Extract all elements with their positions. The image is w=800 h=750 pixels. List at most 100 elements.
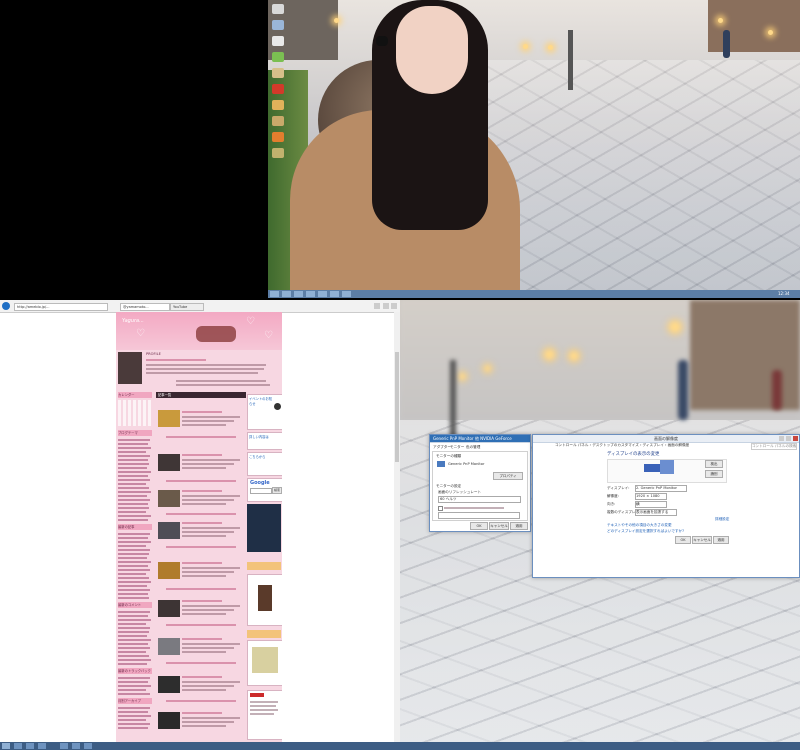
sidebar-link[interactable]	[118, 589, 150, 591]
post-title[interactable]	[182, 638, 222, 640]
sidebar-link[interactable]	[118, 553, 149, 555]
sidebar-link[interactable]	[118, 693, 150, 695]
resolution-select[interactable]: 1920 × 1080	[635, 493, 667, 500]
taskbar-app-icon[interactable]	[38, 743, 46, 749]
sidebar-link[interactable]	[118, 495, 147, 497]
taskbar-app-icon[interactable]	[342, 291, 351, 297]
sidebar-link[interactable]	[118, 631, 149, 633]
sidebar-link[interactable]	[118, 503, 148, 505]
taskbar-app-icon[interactable]	[282, 291, 291, 297]
back-icon[interactable]	[2, 302, 10, 310]
sidebar-link[interactable]	[118, 593, 148, 595]
scrollbar-thumb[interactable]	[395, 352, 399, 462]
sidebar-link[interactable]	[118, 597, 149, 599]
taskbar-app-icon[interactable]	[84, 743, 92, 749]
post-thumbnail[interactable]	[158, 490, 180, 507]
sidebar-link[interactable]	[118, 541, 151, 543]
sidebar-link[interactable]	[118, 491, 151, 493]
side-banner-small[interactable]	[247, 562, 281, 570]
sidebar-link[interactable]	[118, 615, 148, 617]
sidebar-link[interactable]	[118, 577, 149, 579]
sidebar-link[interactable]	[118, 619, 151, 621]
sidebar-link[interactable]	[118, 519, 148, 521]
post-title[interactable]	[182, 676, 222, 678]
sidebar-link[interactable]	[118, 515, 151, 517]
sidebar-link[interactable]	[118, 511, 146, 513]
orientation-select[interactable]: 横	[635, 501, 667, 508]
sidebar-link[interactable]	[118, 463, 149, 465]
taskbar-app-icon[interactable]	[26, 743, 34, 749]
sidebar-link[interactable]	[118, 581, 151, 583]
side-ad-box[interactable]	[247, 690, 282, 740]
refresh-select[interactable]: 60 ヘルツ	[438, 496, 521, 503]
text-size-link[interactable]: テキストやその他の項目の大きさの変更	[607, 523, 672, 528]
start-icon[interactable]	[2, 743, 10, 749]
post-meta[interactable]	[166, 700, 236, 702]
sidebar-link[interactable]	[118, 719, 146, 721]
google-search-input[interactable]	[250, 488, 272, 494]
post-meta[interactable]	[166, 624, 236, 626]
url-input[interactable]: http://ameblo.jp/...	[14, 303, 108, 311]
sidebar-link[interactable]	[118, 499, 150, 501]
search-input[interactable]: コントロール パネルの検索	[751, 443, 797, 450]
side-banner-image[interactable]	[247, 504, 281, 552]
close-icon[interactable]	[793, 436, 798, 441]
minimize-icon[interactable]	[779, 436, 784, 441]
post-title[interactable]	[182, 522, 222, 524]
help-link[interactable]: どのディスプレイ設定を選択すればよいですか?	[607, 529, 684, 534]
home-icon[interactable]	[374, 303, 380, 309]
post-meta[interactable]	[166, 480, 236, 482]
side-ad-box[interactable]: 詳しい内容は	[247, 432, 282, 450]
post-thumbnail[interactable]	[158, 454, 180, 471]
sidebar-link[interactable]	[118, 443, 148, 445]
monitor-tile-1[interactable]	[644, 464, 660, 472]
calendar-grid[interactable]	[118, 400, 152, 426]
post-thumbnail[interactable]	[158, 562, 180, 579]
identify-button[interactable]: 識別	[705, 470, 723, 478]
sidebar-link[interactable]	[118, 561, 151, 563]
side-ad-title[interactable]: イベントのお知らせ	[249, 396, 273, 406]
clock[interactable]: 12:34	[778, 291, 790, 296]
tab-adapter[interactable]: アダプター	[433, 445, 451, 450]
post-thumbnail[interactable]	[158, 600, 180, 617]
sidebar-link[interactable]	[118, 635, 147, 637]
taskbar-app-icon[interactable]	[14, 743, 22, 749]
post-title[interactable]	[182, 562, 222, 564]
sidebar-link[interactable]	[118, 537, 148, 539]
sidebar-link[interactable]	[118, 471, 151, 473]
sidebar-link[interactable]	[118, 689, 146, 691]
sidebar-link[interactable]	[118, 655, 149, 657]
post-title[interactable]	[182, 454, 222, 456]
post-meta[interactable]	[166, 513, 236, 515]
properties-button[interactable]: プロパティ	[493, 472, 523, 480]
desktop-icon[interactable]	[272, 68, 284, 78]
tab-color[interactable]: 色の管理	[466, 445, 480, 450]
sidebar-link[interactable]	[118, 565, 148, 567]
sidebar-link[interactable]	[118, 585, 147, 587]
product-image[interactable]	[252, 647, 278, 673]
side-ad-box[interactable]	[247, 574, 282, 626]
sidebar-link[interactable]	[118, 707, 150, 709]
sidebar-link[interactable]	[118, 507, 149, 509]
taskbar-app-icon[interactable]	[72, 743, 80, 749]
side-ad-box[interactable]	[247, 640, 282, 686]
sidebar-link[interactable]	[118, 623, 146, 625]
desktop-icon[interactable]	[272, 132, 284, 142]
sidebar-link[interactable]	[118, 557, 147, 559]
tab-monitor[interactable]: モニター	[450, 445, 464, 450]
post-meta[interactable]	[166, 662, 236, 664]
post-thumbnail[interactable]	[158, 712, 180, 729]
sidebar-link[interactable]	[118, 573, 146, 575]
tab-2[interactable]: YouTube	[170, 303, 204, 311]
google-search-button[interactable]: 検索	[272, 487, 282, 494]
post-meta[interactable]	[166, 436, 236, 438]
desktop-icon[interactable]	[272, 148, 284, 158]
side-ad-title[interactable]: 詳しい内容は	[249, 434, 269, 439]
sidebar-link[interactable]	[118, 611, 150, 613]
multi-display-select[interactable]: 表示画面を拡張する	[635, 509, 677, 516]
sidebar-link[interactable]	[118, 685, 151, 687]
ok-button[interactable]: OK	[470, 522, 488, 530]
sidebar-link[interactable]	[118, 439, 150, 441]
post-thumbnail[interactable]	[158, 410, 180, 427]
sidebar-link[interactable]	[118, 549, 150, 551]
